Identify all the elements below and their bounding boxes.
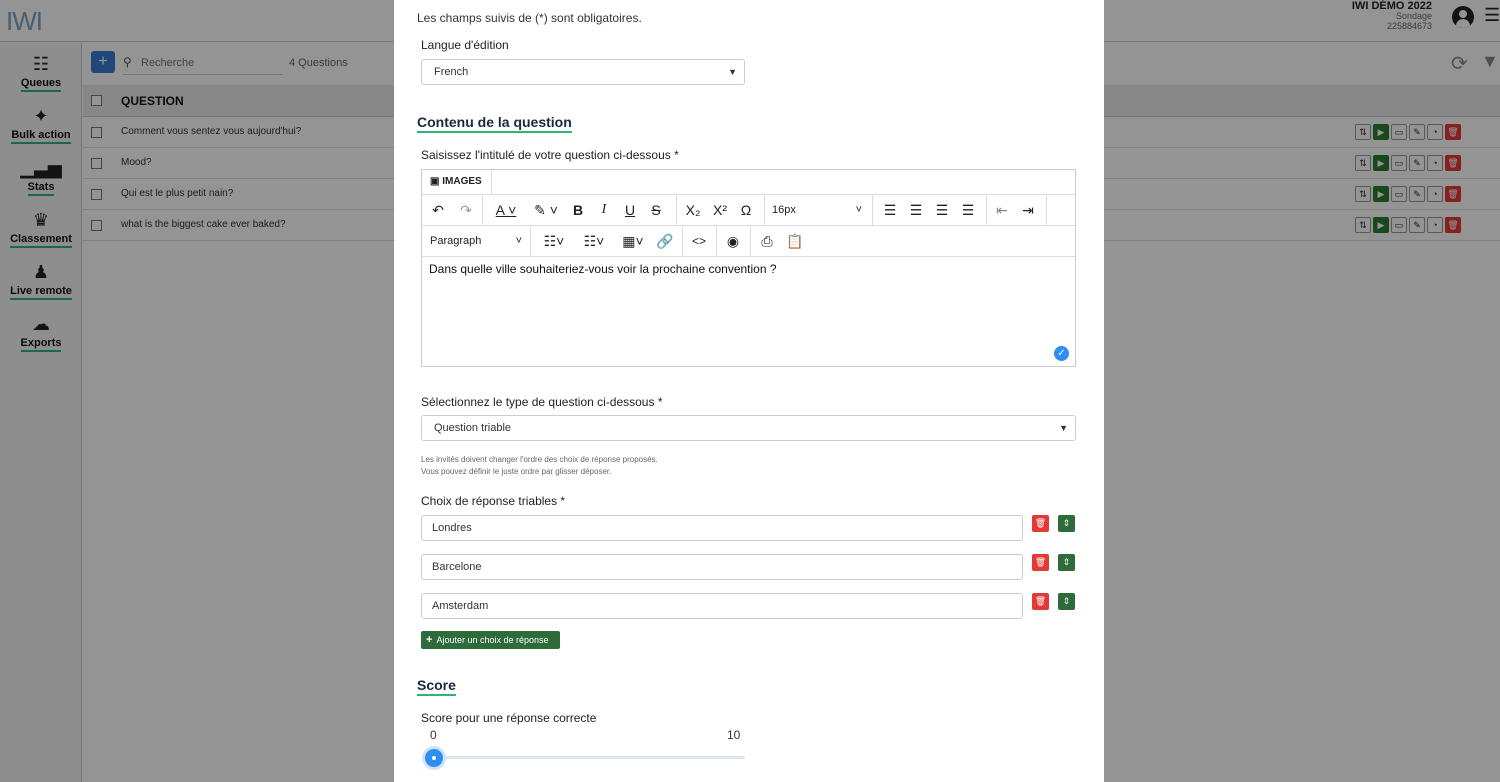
- strikethrough-icon[interactable]: S: [646, 195, 666, 225]
- add-choice-label: Ajouter un choix de réponse: [436, 635, 549, 645]
- font-size-select[interactable]: 16px ˅: [772, 195, 866, 225]
- score-max-label: 10: [727, 728, 741, 742]
- question-type-label: Sélectionnez le type de question ci-dess…: [421, 395, 663, 409]
- add-choice-button[interactable]: + Ajouter un choix de réponse: [421, 631, 560, 649]
- superscript-icon[interactable]: X²: [709, 195, 731, 225]
- language-select[interactable]: French ▼: [421, 59, 745, 85]
- align-left-icon[interactable]: ☰: [880, 195, 900, 225]
- chevron-down-icon: ▼: [728, 67, 737, 77]
- type-help-line-2: Vous pouvez définir le juste ordre par g…: [421, 467, 612, 476]
- sort-arrows-icon: ⇕: [1062, 596, 1071, 606]
- content-section-title: Contenu de la question: [417, 114, 572, 133]
- editor-toolbar-row-1: ↶ ↷ A ˅ ✎ ˅ B I U S X₂ X² Ω 16px ˅ ☰ ☰ ☰ …: [422, 195, 1075, 226]
- special-character-icon[interactable]: Ω: [735, 195, 757, 225]
- editor-tabs: ▣ IMAGES: [422, 170, 1075, 195]
- reorder-choice-button[interactable]: ⇕: [1058, 515, 1075, 532]
- table-icon[interactable]: ▦˅: [616, 226, 650, 256]
- print-icon[interactable]: ⎙: [756, 226, 778, 256]
- text-color-icon[interactable]: A ˅: [488, 195, 524, 225]
- font-size-value: 16px: [772, 204, 796, 216]
- indent-icon[interactable]: ⇥: [1018, 195, 1038, 225]
- image-icon: ▣: [430, 176, 443, 187]
- score-label: Score pour une réponse correcte: [421, 711, 597, 725]
- block-format-value: Paragraph: [430, 235, 482, 247]
- editor-toolbar-row-2: Paragraph ˅ ☷˅ ☷˅ ▦˅ 🔗 <> ◉ ⎙ 📋: [422, 226, 1075, 257]
- chevron-down-icon: ˅: [855, 204, 862, 216]
- delete-choice-button[interactable]: 🗑: [1032, 515, 1049, 532]
- trash-icon: 🗑: [1034, 596, 1047, 606]
- answer-choice-input[interactable]: [421, 554, 1023, 580]
- trash-icon: 🗑: [1034, 557, 1047, 567]
- editor-content[interactable]: Dans quelle ville souhaiteriez-vous voir…: [429, 262, 777, 276]
- images-tab-label: IMAGES: [442, 176, 482, 187]
- source-code-icon[interactable]: <>: [688, 226, 710, 256]
- question-label: Saisissez l'intitulé de votre question c…: [421, 148, 679, 162]
- score-slider-track[interactable]: [432, 756, 745, 759]
- score-slider-thumb[interactable]: [422, 746, 446, 770]
- choices-label: Choix de réponse triables *: [421, 494, 566, 508]
- preview-eye-icon[interactable]: ◉: [722, 226, 744, 256]
- align-center-icon[interactable]: ☰: [906, 195, 926, 225]
- answer-choice-input[interactable]: [421, 593, 1023, 619]
- question-type-select[interactable]: Question triable ▼: [421, 415, 1076, 441]
- plus-icon: +: [426, 634, 433, 646]
- language-select-value: French: [434, 66, 469, 78]
- images-tab[interactable]: ▣ IMAGES: [422, 170, 492, 194]
- language-label: Langue d'édition: [421, 38, 509, 52]
- block-format-select[interactable]: Paragraph ˅: [430, 226, 522, 256]
- link-icon[interactable]: 🔗: [654, 226, 676, 256]
- delete-choice-button[interactable]: 🗑: [1032, 554, 1049, 571]
- required-fields-note: Les champs suivis de (*) sont obligatoir…: [417, 11, 642, 25]
- score-section-title: Score: [417, 677, 456, 696]
- bold-icon[interactable]: B: [568, 195, 588, 225]
- reorder-choice-button[interactable]: ⇕: [1058, 554, 1075, 571]
- type-help-line-1: Les invités doivent changer l'ordre des …: [421, 455, 658, 464]
- sort-arrows-icon: ⇕: [1062, 518, 1071, 528]
- outdent-icon[interactable]: ⇤: [992, 195, 1012, 225]
- chevron-down-icon: ˅: [515, 235, 522, 247]
- question-edit-modal: Les champs suivis de (*) sont obligatoir…: [394, 0, 1104, 782]
- underline-icon[interactable]: U: [620, 195, 640, 225]
- score-min-label: 0: [430, 728, 437, 742]
- question-type-value: Question triable: [434, 422, 512, 434]
- align-right-icon[interactable]: ☰: [932, 195, 952, 225]
- bullet-list-icon[interactable]: ☷˅: [536, 226, 572, 256]
- numbered-list-icon[interactable]: ☷˅: [576, 226, 612, 256]
- rich-text-editor: ▣ IMAGES ↶ ↷ A ˅ ✎ ˅ B I U S X₂ X² Ω 16p…: [421, 169, 1076, 367]
- italic-icon[interactable]: I: [594, 195, 614, 225]
- type-help-text: Les invités doivent changer l'ordre des …: [421, 454, 658, 478]
- highlight-color-icon[interactable]: ✎ ˅: [528, 195, 564, 225]
- answer-choice-input[interactable]: [421, 515, 1023, 541]
- redo-icon[interactable]: ↷: [456, 195, 476, 225]
- paste-icon[interactable]: 📋: [784, 226, 806, 256]
- chevron-down-icon: ▼: [1059, 423, 1068, 433]
- reorder-choice-button[interactable]: ⇕: [1058, 593, 1075, 610]
- check-icon: ✓: [1054, 346, 1069, 361]
- trash-icon: 🗑: [1034, 518, 1047, 528]
- subscript-icon[interactable]: X₂: [682, 195, 704, 225]
- delete-choice-button[interactable]: 🗑: [1032, 593, 1049, 610]
- sort-arrows-icon: ⇕: [1062, 557, 1071, 567]
- undo-icon[interactable]: ↶: [428, 195, 448, 225]
- align-justify-icon[interactable]: ☰: [958, 195, 978, 225]
